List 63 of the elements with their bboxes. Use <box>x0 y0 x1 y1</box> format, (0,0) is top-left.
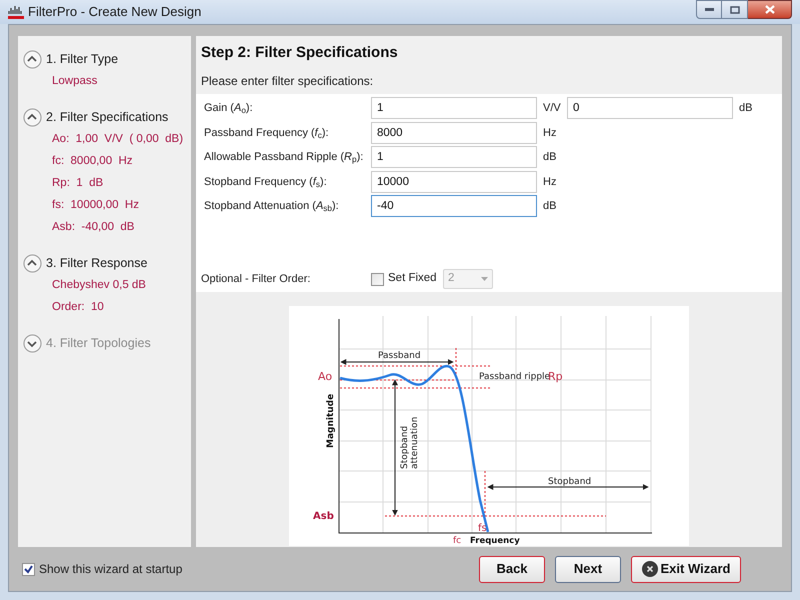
startup-label[interactable]: Show this wizard at startup <box>39 560 182 578</box>
caret-icon <box>481 277 488 281</box>
wizard-button[interactable]: Back <box>479 556 545 582</box>
unit-label: dB <box>739 101 752 116</box>
unit-label: dB <box>543 199 558 214</box>
ripple-label: Passband ripple <box>479 372 550 382</box>
value-field[interactable]: 10000 <box>371 170 537 193</box>
dropdown-value: 2 <box>448 271 454 286</box>
field-label: Stopband Frequency (f$_{s}$): <box>204 174 328 190</box>
close-icon <box>642 561 658 577</box>
field-label: Allowable Passband Ripple (R$_{p}$): <box>204 150 364 166</box>
step-detail: Rp: 1 dB <box>51 176 104 191</box>
maximize-icon <box>730 6 740 14</box>
corner-frequency-symbol: fc <box>453 536 462 546</box>
step-detail: Ao: 1,00 V/V ( 0,00 dB) <box>51 132 184 147</box>
exit-button[interactable]: Exit Wizard <box>631 556 741 582</box>
stop-frequency-symbol: fs <box>478 523 487 534</box>
prompt-text: Please enter filter specifications: <box>200 73 374 90</box>
step-detail: Order: 10 <box>51 300 105 315</box>
field-label: Passband Frequency (f$_{c}$): <box>204 126 330 141</box>
value-field[interactable]: 1 <box>371 146 537 168</box>
step-title: Step 2: Filter Specifications <box>200 43 399 63</box>
attenuation-symbol: Asb <box>313 511 334 522</box>
step-detail: fs: 10000,00 Hz <box>51 198 140 213</box>
startup-checkbox[interactable] <box>22 562 35 576</box>
gain-symbol: Ao <box>318 370 332 383</box>
unit-label: dB <box>543 150 558 165</box>
ripple-symbol: Rp <box>548 370 563 383</box>
collapse-icon[interactable] <box>23 50 42 68</box>
step-label[interactable]: 3. Filter Response <box>46 254 148 272</box>
step-detail: Chebyshev 0,5 dB <box>51 278 147 293</box>
value-field[interactable]: 0 <box>567 97 733 120</box>
magnitude-axis-label: Magnitude <box>326 394 336 448</box>
wizard-button[interactable]: Next <box>555 556 621 582</box>
passband-label: Passband <box>378 351 421 361</box>
attenuation-label: Stopband attenuation <box>400 416 420 469</box>
app-logo-icon <box>8 5 24 19</box>
value-field[interactable]: 8000 <box>371 122 537 144</box>
close-icon <box>764 5 774 14</box>
set-fixed-label[interactable]: Set Fixed <box>388 270 443 288</box>
step-detail: Asb: -40,00 dB <box>51 220 136 235</box>
step-label[interactable]: 1. Filter Type <box>46 50 118 68</box>
set-fixed-checkbox[interactable] <box>371 272 384 286</box>
maximize-button[interactable] <box>722 0 748 19</box>
unit-label: V/V <box>543 101 562 116</box>
close-button[interactable] <box>748 0 792 19</box>
stopband-label: Stopband <box>548 477 592 487</box>
value-field[interactable]: -40 <box>371 195 537 218</box>
minimize-button[interactable] <box>696 0 722 19</box>
field-label: Gain (A$_{o}$): <box>204 101 254 116</box>
field-label: Stopband Attenuation (A$_{sb}$): <box>204 199 340 214</box>
unit-label: Hz <box>543 174 558 190</box>
step-detail: Lowpass <box>51 74 98 89</box>
window-title: FilterPro - Create New Design <box>28 3 202 22</box>
value-field[interactable]: 1 <box>371 97 537 120</box>
collapse-icon[interactable] <box>23 254 42 272</box>
step-label[interactable]: 2. Filter Specifications <box>46 108 168 126</box>
filter-order-label: Optional - Filter Order: <box>201 272 312 287</box>
unit-label: Hz <box>543 126 558 140</box>
minimize-icon <box>704 8 714 11</box>
frequency-axis-label: Frequency <box>470 536 520 546</box>
step-detail: fc: 8000,00 Hz <box>51 154 134 169</box>
collapse-icon[interactable] <box>23 108 42 126</box>
